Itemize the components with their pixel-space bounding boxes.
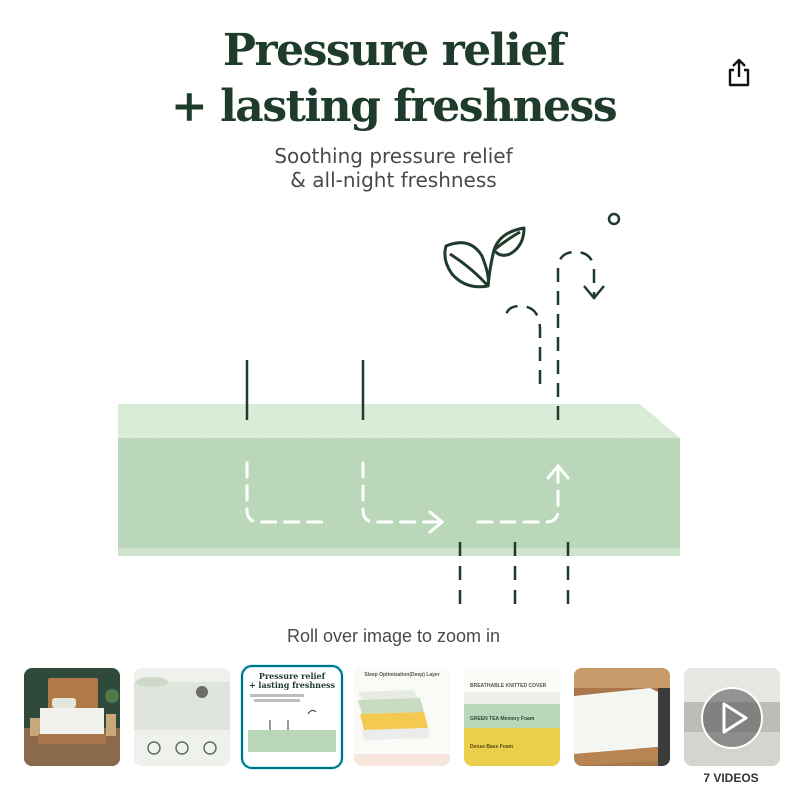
thumb4-title: Sleep Optimization(Deep) Layer <box>364 672 439 678</box>
headline-line-1: Pressure relief <box>222 25 566 76</box>
thumbnail-strip: Pressure relief + lasting freshness Slee… <box>0 665 787 785</box>
subheadline-line-2: & all-night freshness <box>290 168 497 192</box>
thumbnail-sleep-optimization-layers[interactable]: Sleep Optimization(Deep) Layer <box>354 668 450 766</box>
zoom-hint: Roll over image to zoom in <box>286 626 501 646</box>
thumbnail-videos[interactable] <box>684 668 780 766</box>
share-button[interactable] <box>722 54 756 90</box>
thumb3-text-line-2: + lasting freshness <box>249 680 336 690</box>
subheadline-line-1: Soothing pressure relief <box>274 144 513 168</box>
thumb5-label-mid: GREEN TEA Memory Foam <box>470 716 535 722</box>
thumb5-label-top: BREATHABLE KNITTED COVER <box>470 683 547 689</box>
leaf-icon <box>443 226 526 289</box>
thumbnail-mattress-features[interactable] <box>134 668 230 766</box>
thumbnail-mattress-layers-cross-section[interactable]: BREATHABLE KNITTED COVER GREEN TEA Memor… <box>464 668 560 766</box>
video-count-label: 7 VIDEOS <box>703 771 759 785</box>
air-flow-arrow-icon <box>504 304 542 384</box>
thumbnail-bedroom-photo[interactable] <box>24 668 120 766</box>
thumbnail-pressure-relief-diagram[interactable]: Pressure relief + lasting freshness <box>241 665 343 769</box>
mattress-illustration <box>118 212 680 612</box>
mattress-top-face <box>118 404 680 438</box>
thumb5-label-bot: Dense Base Foam <box>470 744 514 750</box>
share-icon <box>728 58 750 87</box>
headline-line-2: + lasting freshness <box>170 81 618 132</box>
product-main-image[interactable]: Pressure relief + lasting freshness Soot… <box>0 0 787 625</box>
thumbnail-mattress-corner-closeup[interactable] <box>574 668 670 766</box>
